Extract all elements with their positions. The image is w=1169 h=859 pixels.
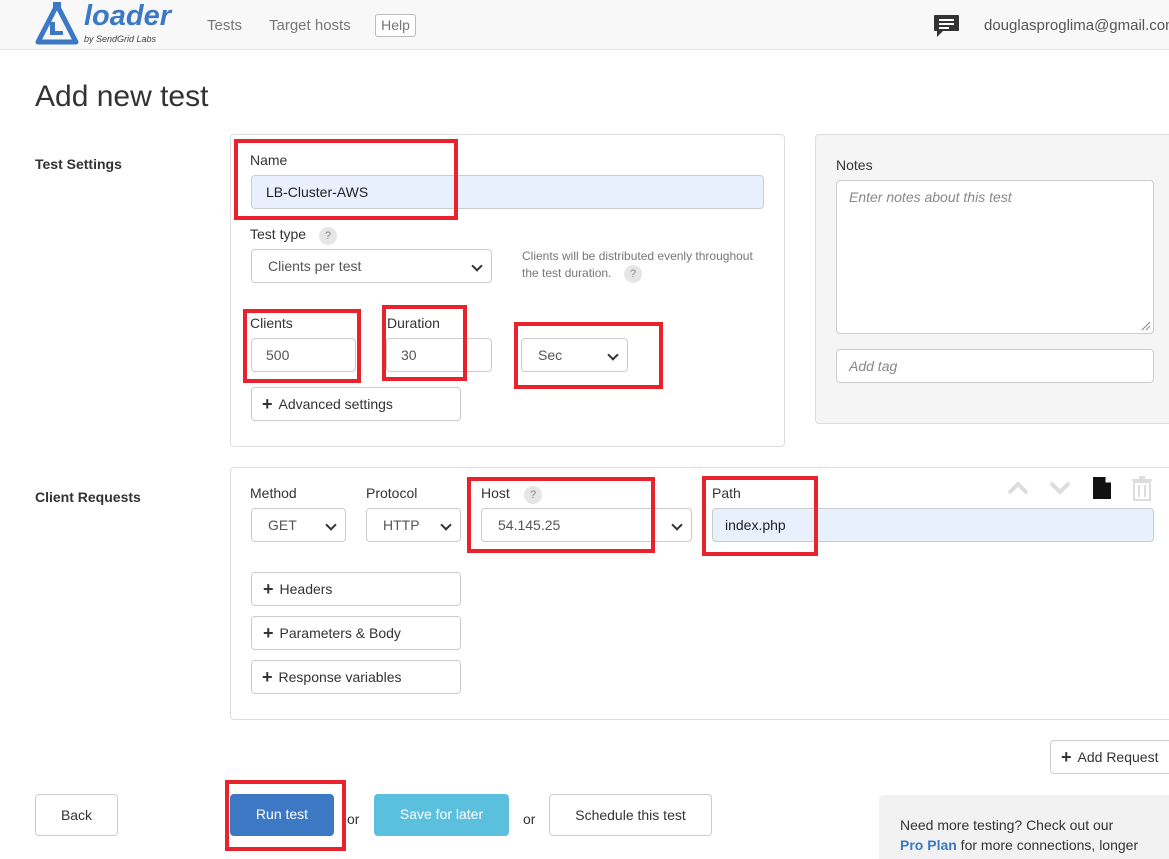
add-request-button[interactable]: + Add Request (1050, 740, 1169, 774)
plus-icon: + (262, 667, 273, 687)
notes-placeholder: Enter notes about this test (849, 189, 1012, 205)
save-for-later-button[interactable]: Save for later (374, 794, 509, 836)
host-help-icon[interactable]: ? (524, 486, 542, 504)
duration-input[interactable]: 30 (386, 338, 492, 372)
test-type-hint: Clients will be distributed evenly throu… (522, 248, 762, 282)
test-type-help-icon[interactable]: ? (319, 227, 337, 245)
test-type-label: Test type (250, 226, 307, 242)
duration-label: Duration (387, 315, 440, 331)
method-select[interactable]: GET (251, 508, 346, 542)
clients-label: Clients (250, 315, 293, 331)
host-select[interactable]: 54.145.25 (481, 508, 692, 542)
advanced-settings-button[interactable]: + Advanced settings (251, 387, 461, 421)
notes-label: Notes (836, 157, 873, 173)
navbar: loader by SendGrid Labs Tests Target hos… (0, 0, 1169, 50)
plus-icon: + (263, 579, 274, 599)
host-label: Host (481, 485, 510, 501)
hint-help-icon[interactable]: ? (624, 265, 642, 283)
response-variables-label: Response variables (278, 669, 402, 685)
schedule-test-button[interactable]: Schedule this test (549, 794, 712, 836)
test-type-select[interactable]: Clients per test (251, 249, 492, 283)
notes-textarea[interactable]: Enter notes about this test (836, 180, 1154, 334)
move-up-icon[interactable] (1007, 480, 1029, 496)
nav-help-button[interactable]: Help (375, 14, 416, 37)
pro-plan-link[interactable]: Pro Plan (900, 837, 957, 853)
path-label: Path (712, 485, 741, 501)
or-separator-1: or (347, 811, 360, 827)
protocol-label: Protocol (366, 485, 418, 501)
path-input[interactable]: index.php (712, 508, 1154, 542)
promo-line-2-text: for more connections, longer (956, 837, 1139, 853)
method-label: Method (250, 485, 297, 501)
logo[interactable]: loader by SendGrid Labs (34, 0, 174, 48)
trash-icon[interactable] (1131, 475, 1153, 501)
parameters-body-label: Parameters & Body (279, 625, 401, 641)
test-settings-label: Test Settings (35, 156, 122, 172)
duplicate-file-icon[interactable] (1092, 476, 1112, 500)
plus-icon: + (263, 623, 274, 643)
add-request-label: Add Request (1077, 749, 1159, 765)
logo-text: loader (84, 0, 172, 32)
move-down-icon[interactable] (1049, 480, 1071, 496)
response-variables-button[interactable]: + Response variables (251, 660, 461, 694)
logo-icon (35, 2, 79, 45)
advanced-settings-label: Advanced settings (278, 396, 393, 412)
resize-grip-icon[interactable] (1141, 321, 1151, 331)
page: loader by SendGrid Labs Tests Target hos… (0, 0, 1169, 859)
promo-line-1: Need more testing? Check out our (900, 817, 1114, 833)
plus-icon: + (1061, 747, 1072, 767)
add-tag-input[interactable]: Add tag (836, 349, 1154, 383)
promo-line-2: Pro Plan for more connections, longer (900, 835, 1169, 855)
user-email-menu[interactable]: douglasproglima@gmail.com (984, 17, 1169, 34)
clients-input[interactable]: 500 (251, 338, 356, 372)
parameters-body-button[interactable]: + Parameters & Body (251, 616, 461, 650)
name-label: Name (250, 152, 288, 168)
page-title: Add new test (35, 80, 209, 113)
chat-icon[interactable] (933, 14, 960, 38)
headers-button[interactable]: + Headers (251, 572, 461, 606)
protocol-select[interactable]: HTTP (366, 508, 461, 542)
pro-plan-promo: Need more testing? Check out our Pro Pla… (879, 795, 1169, 859)
headers-label: Headers (279, 581, 333, 597)
logo-subtitle: by SendGrid Labs (84, 34, 157, 44)
client-requests-label: Client Requests (35, 489, 141, 505)
nav-target-hosts[interactable]: Target hosts (269, 17, 351, 34)
nav-tests[interactable]: Tests (207, 17, 242, 34)
or-separator-2: or (523, 811, 536, 827)
back-button[interactable]: Back (35, 794, 118, 836)
duration-unit-select[interactable]: Sec (521, 338, 628, 372)
run-test-button[interactable]: Run test (230, 794, 334, 836)
name-input[interactable]: LB-Cluster-AWS (251, 175, 764, 209)
plus-icon: + (262, 394, 273, 414)
